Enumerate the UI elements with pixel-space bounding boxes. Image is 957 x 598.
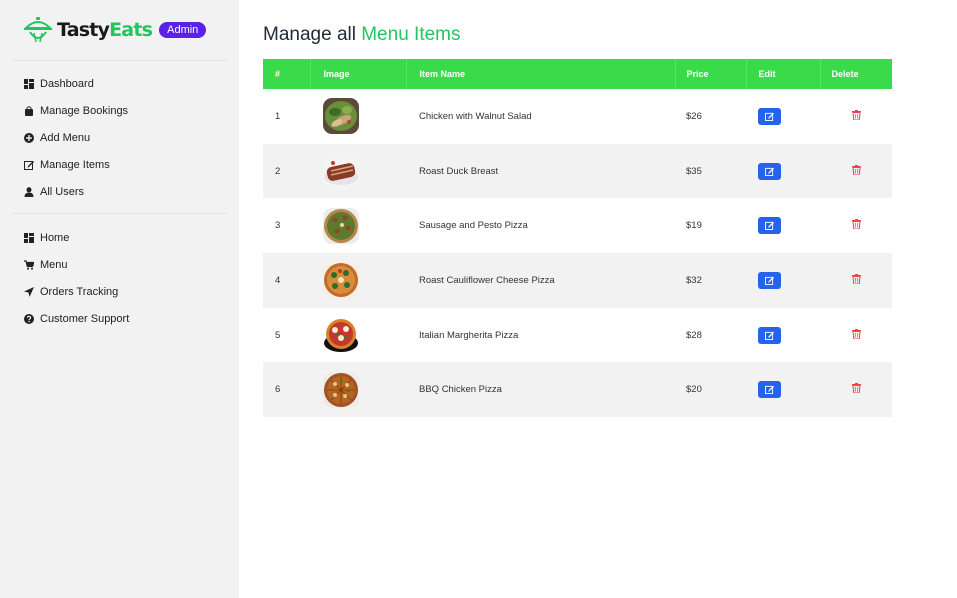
dashboard-icon: [24, 78, 34, 89]
edit-icon: [24, 160, 34, 170]
shopping-bag-icon: [24, 105, 34, 116]
item-price: $19: [686, 220, 702, 232]
food-image: [323, 371, 359, 408]
dashboard-icon: [24, 232, 34, 243]
table-row: 1 Chicken with Walnut Salad $26: [263, 89, 892, 144]
item-name: Roast Duck Breast: [419, 165, 499, 177]
table-row: 5 Italian Margherita Pizza $28: [263, 308, 892, 363]
item-price: $20: [686, 384, 702, 396]
user-icon: [24, 186, 34, 197]
sidebar-item-label: All Users: [40, 185, 85, 198]
trash-icon: [851, 273, 861, 284]
trash-icon: [851, 109, 861, 120]
sidebar-item-home[interactable]: Home: [24, 224, 129, 251]
header-image: Image: [310, 59, 407, 89]
edit-icon: [765, 222, 774, 231]
table-row: 3 Sausage and Pesto Pizza $19: [263, 198, 892, 253]
admin-nav: Dashboard Manage Bookings Add Menu Manag…: [24, 70, 128, 205]
row-number: 4: [275, 274, 281, 286]
admin-badge: Admin: [159, 22, 207, 38]
trash-icon: [851, 164, 861, 175]
edit-button[interactable]: [758, 162, 781, 180]
sidebar-item-label: Dashboard: [40, 77, 94, 90]
delete-button[interactable]: [851, 109, 861, 120]
sidebar: TastyEats Admin Dashboard Manage Booking…: [0, 0, 239, 598]
item-name: Sausage and Pesto Pizza: [419, 220, 528, 232]
row-number: 2: [275, 165, 281, 177]
brand-name: TastyEats: [57, 19, 153, 41]
trash-icon: [851, 328, 861, 339]
edit-button[interactable]: [758, 271, 781, 289]
header-price: Price: [675, 59, 747, 89]
edit-icon: [765, 167, 774, 176]
plus-circle-icon: [24, 132, 34, 143]
sidebar-item-all-users[interactable]: All Users: [24, 178, 128, 205]
edit-button[interactable]: [758, 217, 781, 235]
sidebar-item-add-menu[interactable]: Add Menu: [24, 124, 128, 151]
cloche-logo-icon: [23, 17, 53, 43]
edit-icon: [765, 276, 774, 285]
item-price: $26: [686, 110, 702, 122]
sidebar-divider: [12, 213, 227, 214]
edit-icon: [765, 331, 774, 340]
item-price: $35: [686, 165, 702, 177]
row-number: 5: [275, 329, 281, 341]
cart-icon: [24, 259, 34, 270]
delete-button[interactable]: [851, 328, 861, 339]
sidebar-item-manage-items[interactable]: Manage Items: [24, 151, 128, 178]
brand-logo-link[interactable]: TastyEats Admin: [23, 14, 207, 46]
delete-button[interactable]: [851, 383, 861, 394]
item-price: $28: [686, 329, 702, 341]
location-arrow-icon: [24, 286, 34, 297]
food-image: [323, 98, 359, 135]
site-nav: Home Menu Orders Tracking Customer Suppo…: [24, 224, 129, 332]
trash-icon: [851, 383, 861, 394]
food-image: [323, 153, 359, 190]
header-item-name: Item Name: [406, 59, 676, 89]
row-number: 3: [275, 220, 281, 232]
delete-button[interactable]: [851, 219, 861, 230]
edit-icon: [765, 112, 774, 121]
delete-button[interactable]: [851, 273, 861, 284]
sidebar-item-label: Add Menu: [40, 131, 91, 144]
sidebar-item-label: Manage Bookings: [40, 104, 129, 117]
table-row: 2 Roast Duck Breast $35: [263, 143, 892, 199]
question-circle-icon: [24, 313, 34, 324]
sidebar-item-orders-tracking[interactable]: Orders Tracking: [24, 278, 129, 305]
edit-button[interactable]: [758, 107, 781, 125]
sidebar-item-label: Manage Items: [40, 158, 110, 171]
food-image: [323, 207, 359, 244]
item-name: Roast Cauliflower Cheese Pizza: [419, 274, 555, 286]
sidebar-item-menu[interactable]: Menu: [24, 251, 129, 278]
header-delete: Delete: [831, 69, 859, 79]
sidebar-item-dashboard[interactable]: Dashboard: [24, 70, 128, 97]
trash-icon: [851, 219, 861, 230]
sidebar-item-label: Customer Support: [40, 312, 130, 325]
sidebar-item-manage-bookings[interactable]: Manage Bookings: [24, 97, 128, 124]
item-name: Chicken with Walnut Salad: [419, 110, 532, 122]
food-image: [323, 317, 359, 354]
menu-items-table: # Image Item Name Price Edit Delete 1 Ch…: [263, 59, 892, 418]
sidebar-item-label: Menu: [40, 258, 68, 271]
row-number: 6: [275, 384, 281, 396]
edit-button[interactable]: [758, 326, 781, 344]
item-price: $32: [686, 274, 702, 286]
table-header-row: # Image Item Name Price Edit Delete: [263, 59, 892, 89]
sidebar-item-label: Orders Tracking: [40, 285, 119, 298]
header-number: #: [263, 59, 311, 89]
row-number: 1: [275, 110, 281, 122]
item-name: Italian Margherita Pizza: [419, 329, 519, 341]
edit-icon: [765, 386, 774, 395]
sidebar-divider: [12, 60, 227, 61]
table-row: 4 Roast Cauliflower Cheese Pizza $32: [263, 253, 892, 308]
delete-button[interactable]: [851, 164, 861, 175]
page-title: Manage all Menu Items: [263, 24, 461, 45]
edit-button[interactable]: [758, 381, 781, 399]
table-row: 6 BBQ Chicken Pizza $20: [263, 362, 892, 418]
food-image: [323, 262, 359, 299]
item-name: BBQ Chicken Pizza: [419, 384, 502, 396]
sidebar-item-customer-support[interactable]: Customer Support: [24, 305, 129, 332]
sidebar-item-label: Home: [40, 231, 70, 244]
header-edit: Edit: [746, 59, 821, 89]
